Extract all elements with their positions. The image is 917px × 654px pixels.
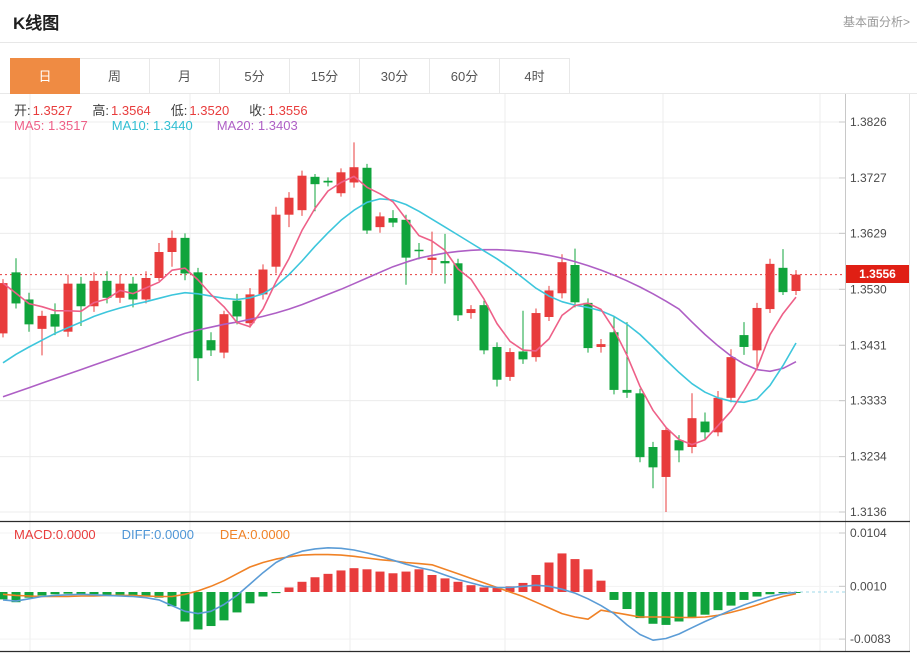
dea-value: 0.0000 [250,527,290,542]
macd-axis-label: 0.0010 [850,579,887,593]
low-label: 低: [171,103,188,118]
macd-axis-label: 0.0104 [850,526,887,540]
current-price-tag: 1.3556 [846,265,909,283]
ma10-value: 1.3440 [153,118,193,133]
ma5-label: MA5: [14,118,44,133]
open-value: 1.3527 [33,103,73,118]
macd-readout: MACD:0.0000 DIFF:0.0000 DEA:0.0000 [14,527,290,542]
ma5-value: 1.3517 [48,118,88,133]
macd-value: 0.0000 [56,527,96,542]
ma-readout: MA5: 1.3517 MA10: 1.3440 MA20: 1.3403 [14,118,298,133]
ohlc-readout: 开:1.3527 高:1.3564 低:1.3520 收:1.3556 [14,100,308,119]
macd-label: MACD: [14,527,56,542]
close-value: 1.3556 [268,103,308,118]
ma10-label: MA10: [112,118,150,133]
close-label: 收: [249,103,266,118]
y-axis-label: 1.3136 [850,505,887,519]
y-axis-label: 1.3234 [850,450,887,464]
ma20-value: 1.3403 [258,118,298,133]
high-label: 高: [92,103,109,118]
macd-axis-label: -0.0083 [850,632,891,646]
y-axis-label: 1.3727 [850,171,887,185]
open-label: 开: [14,103,31,118]
ma20-label: MA20: [217,118,255,133]
kline-widget: K线图 基本面分析> 日周月5分15分30分60分4时 1.38261.3727… [0,0,917,654]
y-axis-label: 1.3431 [850,338,887,352]
diff-value: 0.0000 [154,527,194,542]
y-axis-label: 1.3530 [850,282,887,296]
kline-chart-canvas[interactable]: 1.3826 1.3727 1.3629 1.3530 1.3431 1.3333 1.32… [0,0,917,654]
y-axis-label: 1.3333 [850,394,887,408]
y-axis-label: 1.3629 [850,226,887,240]
diff-label: DIFF: [122,527,155,542]
dea-label: DEA: [220,527,250,542]
low-value: 1.3520 [189,103,229,118]
high-value: 1.3564 [111,103,151,118]
y-axis-label: 1.3826 [850,115,887,129]
